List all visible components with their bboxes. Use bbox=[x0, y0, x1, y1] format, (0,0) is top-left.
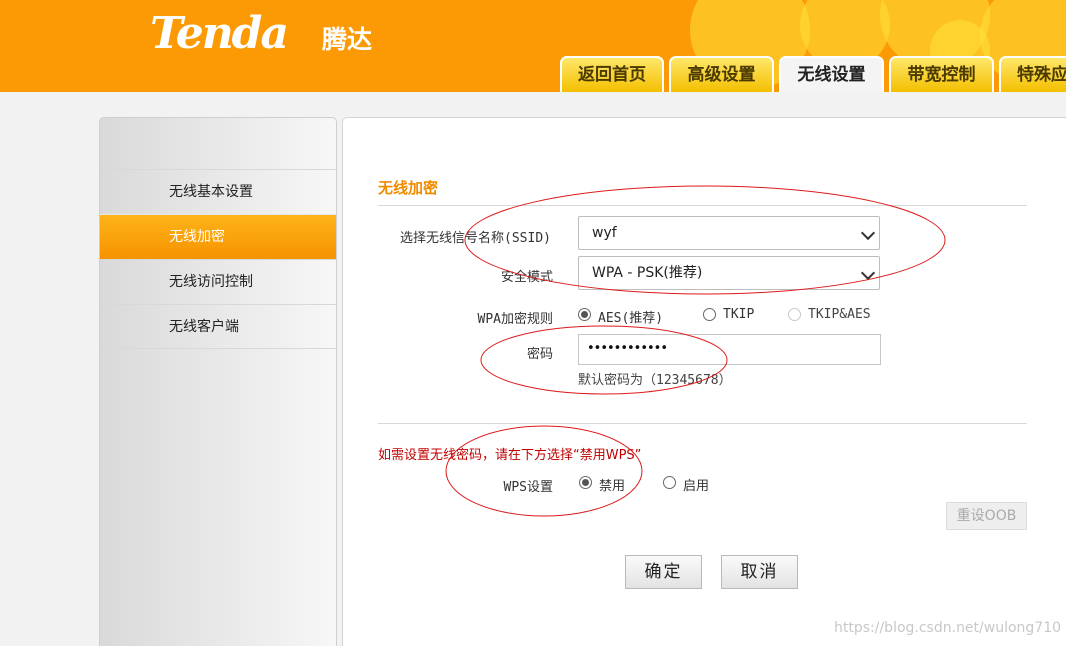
cipher-aes-radio[interactable] bbox=[578, 308, 591, 321]
chevron-down-icon bbox=[860, 265, 876, 281]
password-input[interactable]: •••••••••••• bbox=[578, 334, 881, 365]
wps-disable-label: 禁用 bbox=[599, 479, 626, 494]
tab-home[interactable]: 返回首页 bbox=[560, 56, 664, 92]
wps-enable-label: 启用 bbox=[683, 479, 710, 494]
tenda-logo-cn: 腾达 bbox=[322, 25, 373, 54]
top-header: Tenda 腾达 返回首页 高级设置 无线设置 带宽控制 特殊应 bbox=[0, 0, 1066, 92]
tab-bandwidth[interactable]: 带宽控制 bbox=[889, 56, 994, 92]
sidebar-item-encryption[interactable]: 无线加密 bbox=[100, 214, 336, 259]
wps-disable-radio[interactable] bbox=[579, 476, 592, 489]
section-title: 无线加密 bbox=[378, 179, 439, 197]
sidebar-item-clients[interactable]: 无线客户端 bbox=[100, 304, 336, 349]
cipher-aes-label: AES(推荐) bbox=[598, 311, 664, 326]
security-mode-label: 安全模式 bbox=[500, 270, 553, 285]
password-label: 密码 bbox=[526, 347, 553, 362]
security-mode-select[interactable]: WPA - PSK(推荐) bbox=[578, 256, 880, 290]
tab-special[interactable]: 特殊应 bbox=[999, 56, 1066, 92]
divider bbox=[378, 423, 1027, 424]
cipher-label: WPA加密规则 bbox=[477, 312, 553, 327]
tenda-logo: Tenda bbox=[150, 8, 289, 59]
ssid-select[interactable]: wyf bbox=[578, 216, 880, 250]
wps-label: WPS设置 bbox=[503, 480, 553, 495]
cipher-tkip-radio[interactable] bbox=[703, 308, 716, 321]
cipher-tkip-label: TKIP bbox=[723, 307, 755, 322]
sidebar-item-access-control[interactable]: 无线访问控制 bbox=[100, 259, 336, 304]
chevron-down-icon bbox=[860, 225, 876, 241]
tab-advanced[interactable]: 高级设置 bbox=[669, 56, 774, 92]
cipher-tkip-aes-label: TKIP&AES bbox=[808, 307, 871, 322]
ssid-label: 选择无线信号名称(SSID) bbox=[400, 231, 551, 246]
sidebar: 无线基本设置 无线加密 无线访问控制 无线客户端 bbox=[99, 117, 337, 646]
cancel-button[interactable]: 取消 bbox=[721, 555, 798, 589]
cipher-tkip-aes-radio[interactable] bbox=[788, 308, 801, 321]
password-hint: 默认密码为（12345678） bbox=[578, 373, 732, 388]
security-mode-value: WPA - PSK(推荐) bbox=[592, 265, 703, 281]
reset-oob-button[interactable]: 重设OOB bbox=[946, 502, 1027, 530]
sidebar-item-basic[interactable]: 无线基本设置 bbox=[100, 169, 336, 214]
tab-wireless[interactable]: 无线设置 bbox=[779, 56, 884, 92]
ssid-value: wyf bbox=[592, 225, 617, 241]
divider bbox=[378, 205, 1027, 206]
watermark: https://blog.csdn.net/wulong710 bbox=[834, 620, 1062, 636]
wps-warning: 如需设置无线密码，请在下方选择“禁用WPS” bbox=[378, 448, 642, 463]
ok-button[interactable]: 确定 bbox=[625, 555, 702, 589]
wps-enable-radio[interactable] bbox=[663, 476, 676, 489]
